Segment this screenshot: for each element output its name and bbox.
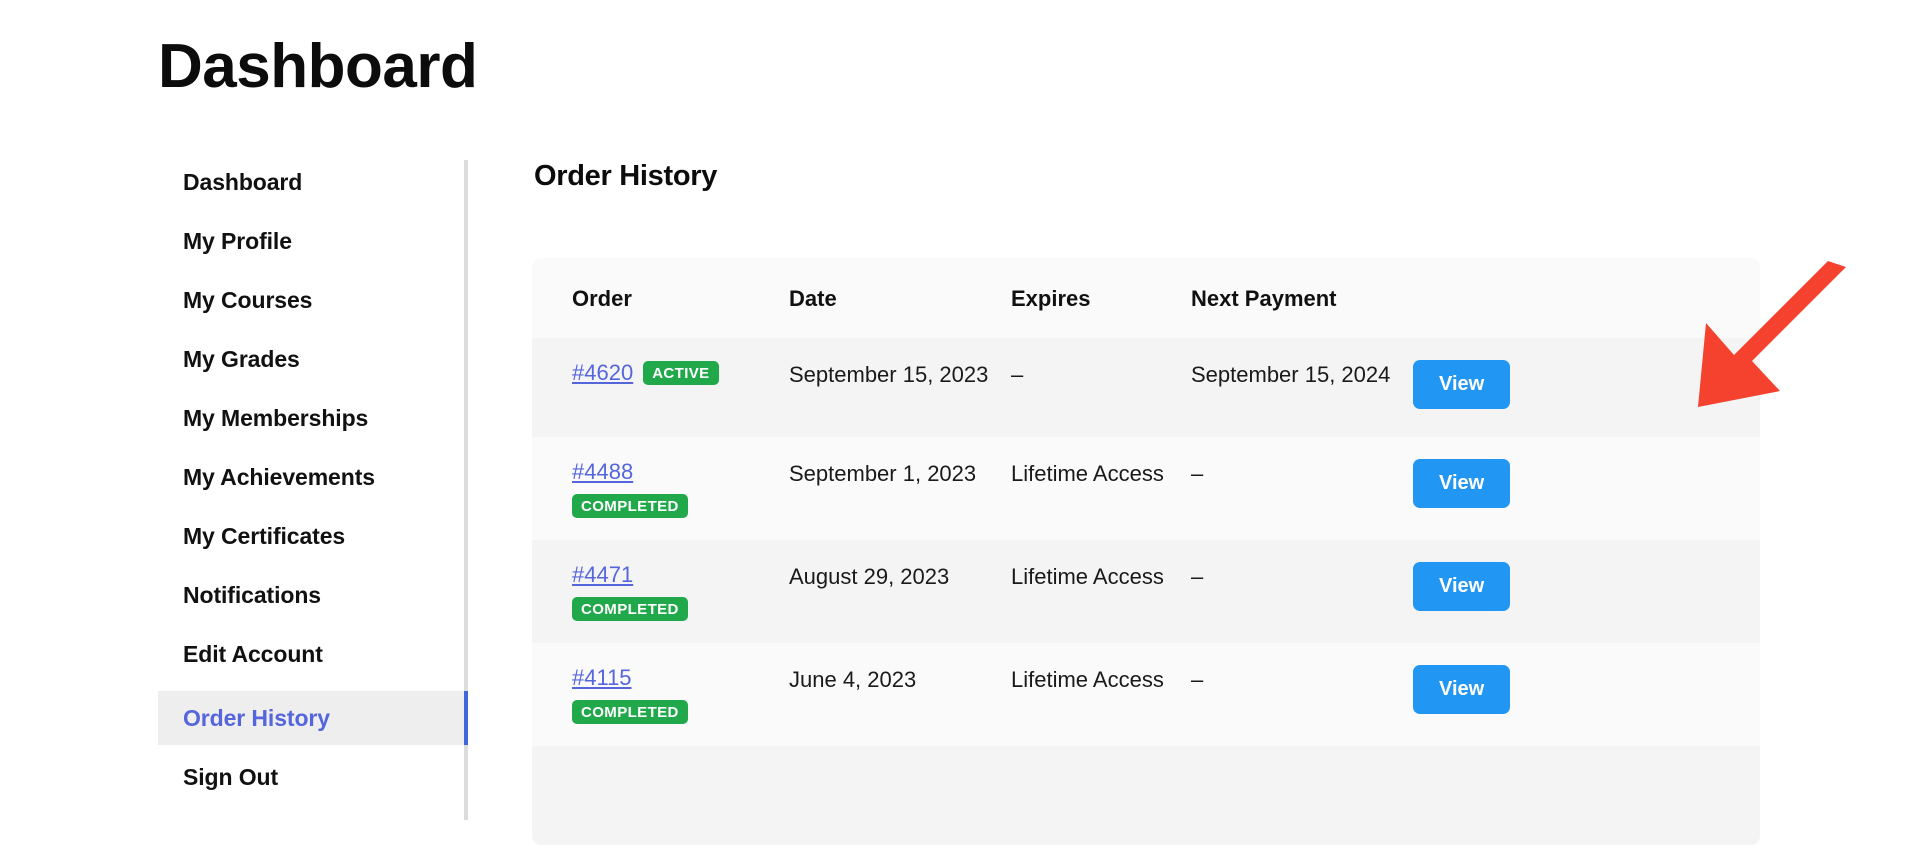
sidebar-item-label: My Achievements bbox=[183, 463, 375, 490]
action-cell: View bbox=[1413, 459, 1713, 508]
expires-cell: Lifetime Access bbox=[1011, 461, 1164, 486]
order-cell: #4620 ACTIVE bbox=[572, 360, 789, 386]
column-header-order: Order bbox=[572, 286, 632, 311]
sidebar-item-my-profile[interactable]: My Profile bbox=[158, 219, 464, 263]
sidebar-item-my-certificates[interactable]: My Certificates bbox=[158, 514, 464, 558]
next-payment-cell: – bbox=[1191, 461, 1204, 486]
date-cell: September 1, 2023 bbox=[789, 461, 977, 486]
page-title: Dashboard bbox=[158, 32, 478, 101]
order-history-table: Order Date Expires Next Payment #4620 ACTIVE S… bbox=[532, 258, 1760, 845]
order-cell-inner: #4620 ACTIVE bbox=[572, 360, 748, 386]
table-row: #4488 COMPLETED September 1, 2023 Lifetime … bbox=[532, 437, 1760, 540]
status-badge: COMPLETED bbox=[572, 597, 688, 621]
sidebar-item-label: My Profile bbox=[183, 227, 292, 254]
table-row: #4115 COMPLETED June 4, 2023 Lifetime Acces… bbox=[532, 643, 1760, 746]
expires-cell: Lifetime Access bbox=[1011, 564, 1164, 589]
column-header-date: Date bbox=[789, 286, 837, 311]
order-number-link[interactable]: #4471 bbox=[572, 562, 633, 588]
order-cell: #4115 COMPLETED bbox=[572, 665, 789, 724]
sidebar-item-label: My Courses bbox=[183, 286, 313, 313]
table-row bbox=[532, 746, 1760, 845]
status-badge: ACTIVE bbox=[643, 361, 719, 385]
next-payment-cell: – bbox=[1191, 564, 1204, 589]
sidebar-item-label: Edit Account bbox=[183, 640, 323, 667]
order-number-link[interactable]: #4620 bbox=[572, 360, 633, 386]
next-payment-cell: – bbox=[1191, 667, 1204, 692]
next-payment-cell: September 15, 2024 bbox=[1191, 362, 1391, 387]
view-button[interactable]: View bbox=[1413, 459, 1511, 508]
table-header-row: Order Date Expires Next Payment bbox=[532, 258, 1760, 338]
sidebar-item-my-achievements[interactable]: My Achievements bbox=[158, 455, 464, 499]
order-cell-inner: #4488 COMPLETED bbox=[572, 459, 748, 518]
table-row: #4471 COMPLETED August 29, 2023 Lifetime Ac… bbox=[532, 540, 1760, 643]
sidebar-item-label: Notifications bbox=[183, 581, 321, 608]
order-cell: #4471 COMPLETED bbox=[572, 562, 789, 621]
sidebar-item-label: Dashboard bbox=[183, 168, 303, 195]
status-badge: COMPLETED bbox=[572, 494, 688, 518]
date-cell: August 29, 2023 bbox=[789, 564, 950, 589]
order-cell-inner: #4471 COMPLETED bbox=[572, 562, 748, 621]
view-button[interactable]: View bbox=[1413, 562, 1511, 611]
sidebar-item-my-grades[interactable]: My Grades bbox=[158, 337, 464, 381]
sidebar-item-notifications[interactable]: Notifications bbox=[158, 573, 464, 617]
date-cell: September 15, 2023 bbox=[789, 362, 989, 387]
status-badge: COMPLETED bbox=[572, 700, 688, 724]
order-cell: #4488 COMPLETED bbox=[572, 459, 789, 518]
view-button[interactable]: View bbox=[1413, 360, 1511, 409]
sidebar-item-edit-account[interactable]: Edit Account bbox=[158, 632, 464, 676]
view-button[interactable]: View bbox=[1413, 665, 1511, 714]
sidebar-item-my-memberships[interactable]: My Memberships bbox=[158, 396, 464, 440]
order-number-link[interactable]: #4115 bbox=[572, 665, 632, 691]
date-cell: June 4, 2023 bbox=[789, 667, 917, 692]
expires-cell: Lifetime Access bbox=[1011, 667, 1164, 692]
expires-cell: – bbox=[1011, 362, 1024, 387]
order-cell-inner: #4115 COMPLETED bbox=[572, 665, 748, 724]
action-cell: View bbox=[1413, 360, 1713, 409]
sidebar-item-my-courses[interactable]: My Courses bbox=[158, 278, 464, 322]
sidebar-nav: Dashboard My Profile My Courses My Grades My… bbox=[158, 160, 468, 820]
action-cell: View bbox=[1413, 665, 1713, 714]
table-row: #4620 ACTIVE September 15, 2023– September … bbox=[532, 338, 1760, 437]
order-number-link[interactable]: #4488 bbox=[572, 459, 633, 485]
column-header-expires: Expires bbox=[1011, 286, 1091, 311]
main-panel: Order History Order Date Expires Next Payme… bbox=[532, 160, 1772, 845]
content-area: Dashboard My Profile My Courses My Grades My… bbox=[0, 160, 1920, 866]
sidebar-item-sign-out[interactable]: Sign Out bbox=[158, 755, 464, 799]
sidebar-item-label: Order History bbox=[183, 704, 330, 731]
sidebar-item-order-history[interactable]: Order History bbox=[158, 691, 468, 745]
sidebar-item-label: Sign Out bbox=[183, 763, 279, 790]
sidebar-item-dashboard[interactable]: Dashboard bbox=[158, 160, 464, 204]
sidebar-item-label: My Memberships bbox=[183, 404, 369, 431]
action-cell: View bbox=[1413, 562, 1713, 611]
sidebar-item-label: My Certificates bbox=[183, 522, 346, 549]
sidebar-item-label: My Grades bbox=[183, 345, 300, 372]
column-header-next-payment: Next Payment bbox=[1191, 286, 1337, 311]
section-title: Order History bbox=[534, 160, 718, 192]
